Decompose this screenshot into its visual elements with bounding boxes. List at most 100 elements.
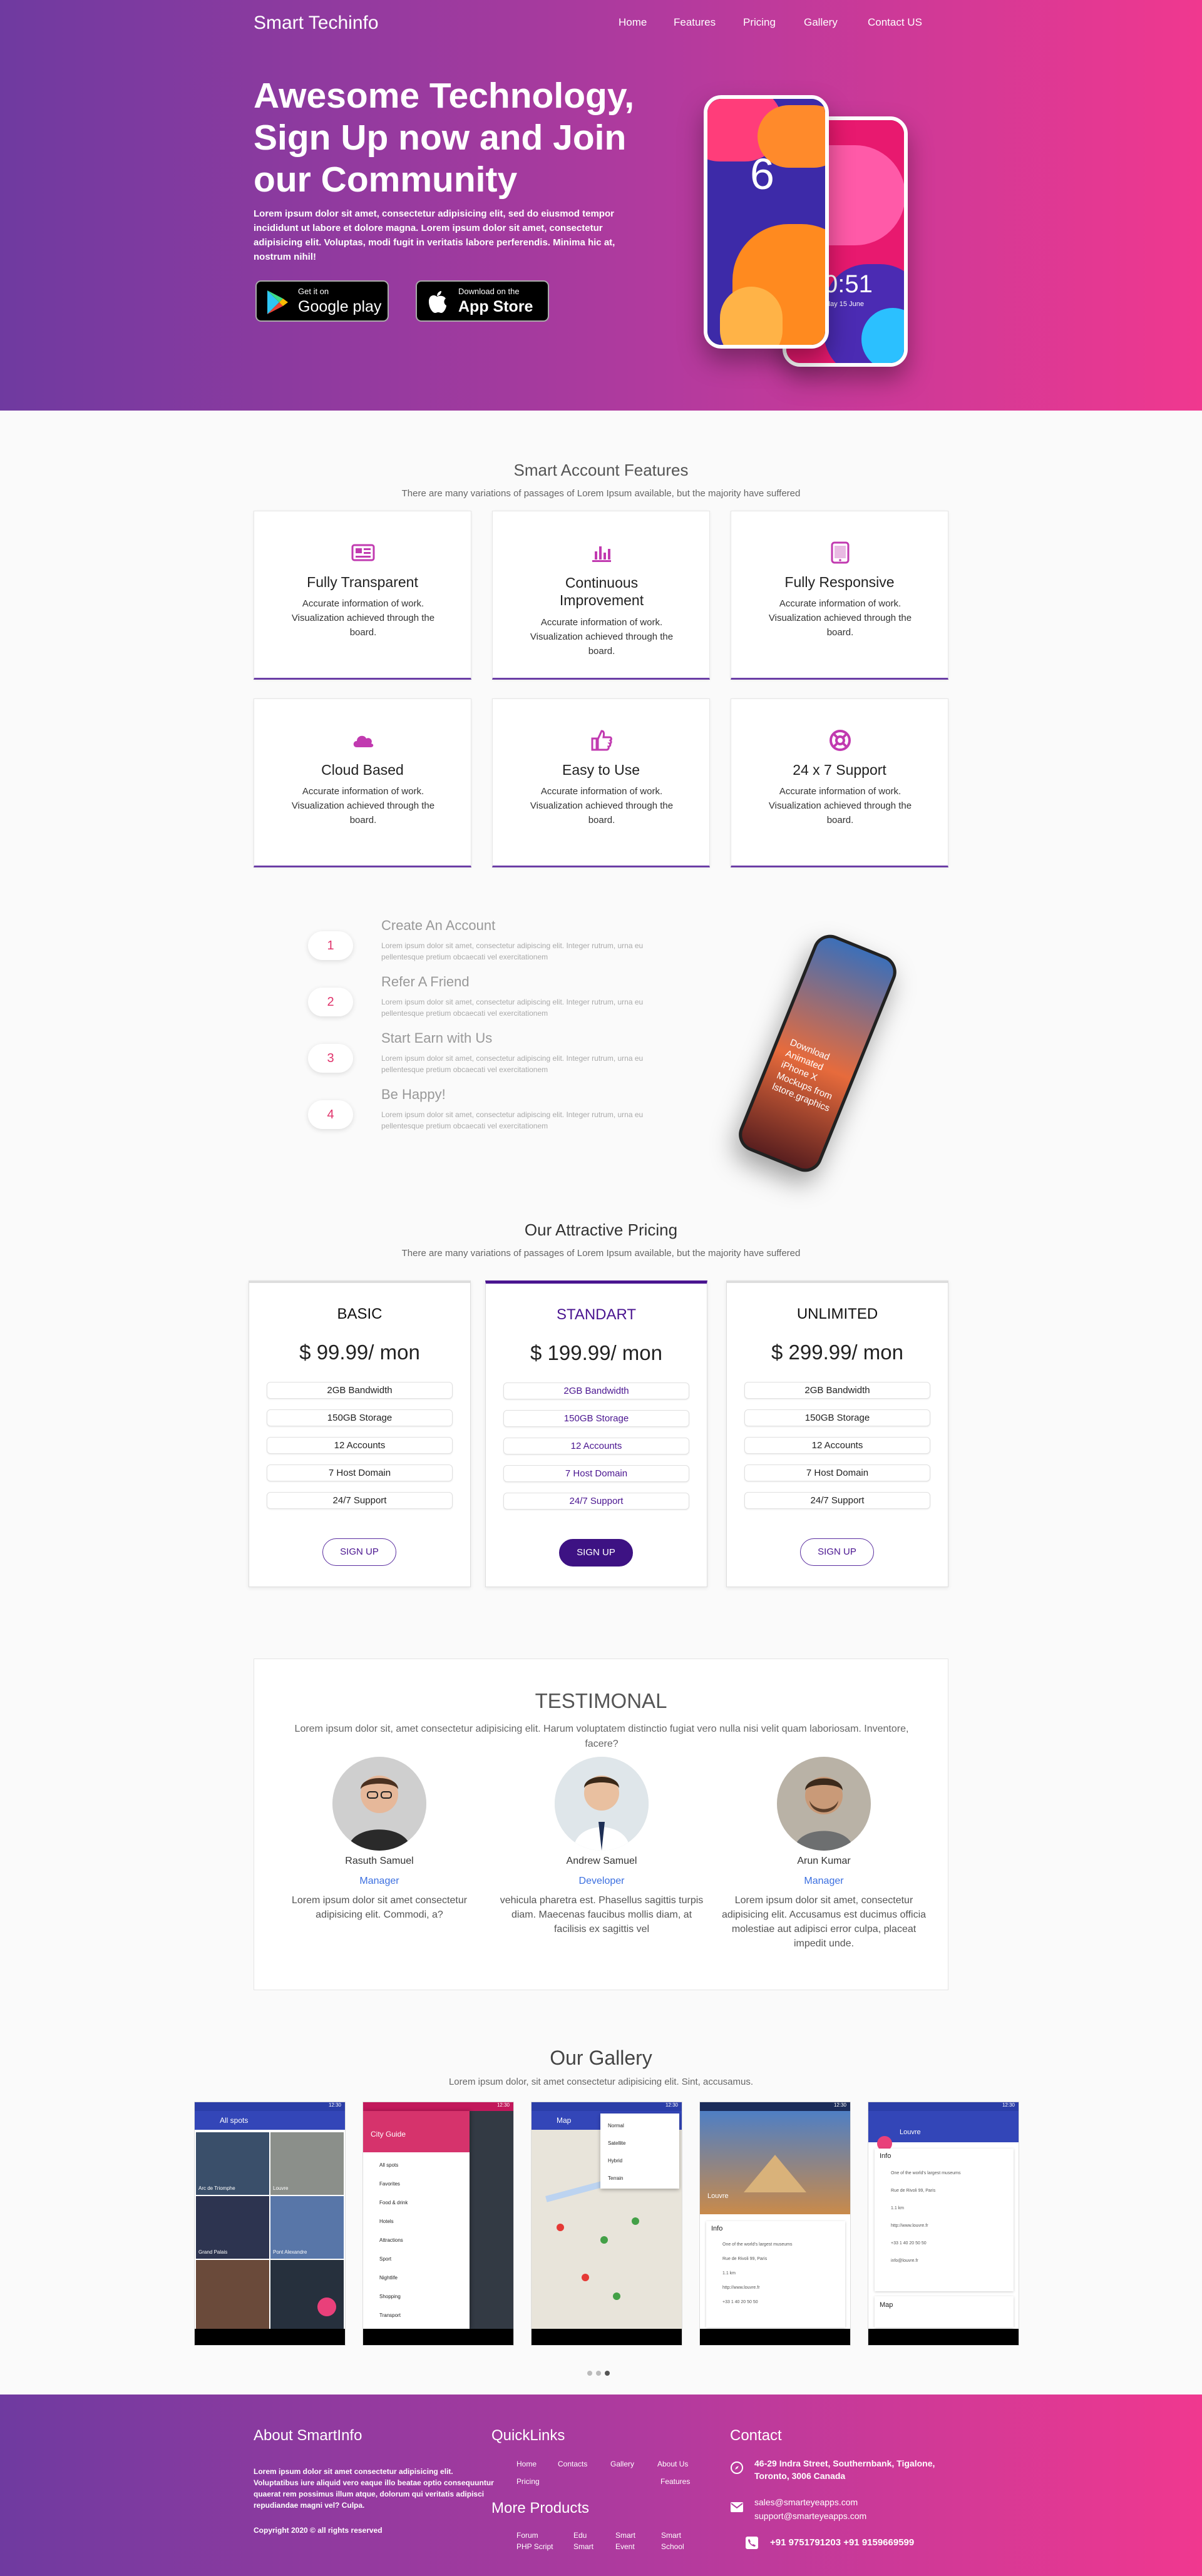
plan-price: $ 199.99/ mon (530, 1341, 662, 1364)
android-nav-bar (363, 2329, 513, 2345)
info-row: +33 1 40 20 50 50 (891, 2241, 927, 2246)
avatar (777, 1757, 871, 1851)
menu-item[interactable]: Hybrid (608, 2152, 679, 2170)
drawer-item: All spots (379, 2162, 399, 2168)
footer-product-link[interactable]: Smart (573, 2542, 593, 2551)
footer-email-support[interactable]: support@smarteyeapps.com (754, 2511, 866, 2521)
person-quote: Lorem ipsum dolor sit amet consectetur a… (291, 1895, 468, 1920)
android-nav-bar (532, 2329, 682, 2345)
map-type-menu[interactable]: Normal Satellite Hybrid Terrain (600, 2113, 679, 2189)
footer-product-link[interactable]: Event (615, 2542, 635, 2551)
footer-product-link[interactable]: Forum (516, 2531, 538, 2540)
status-time: 12:30 (868, 2102, 1019, 2111)
plan-card-standart: STANDART $ 199.99/ mon 2GB Bandwidth 150… (485, 1280, 707, 1587)
nav-home[interactable]: Home (619, 16, 647, 29)
phone-time: 0:51 (824, 270, 873, 298)
google-play-small: Get it on (298, 287, 329, 296)
drawer-header: City Guide (363, 2111, 470, 2152)
testimonial-person: Rasuth Samuel Manager Lorem ipsum dolor … (273, 1757, 486, 1922)
plan-price: $ 99.99/ mon (299, 1341, 420, 1364)
google-play-button[interactable]: Get it on Google play (255, 280, 389, 322)
tile-label: Grand Palais (198, 2249, 228, 2255)
footer-link-gallery[interactable]: Gallery (610, 2460, 634, 2468)
android-nav-bar (700, 2329, 850, 2345)
footer-about-title: About SmartInfo (254, 2427, 362, 2444)
gallery-title: Our Gallery (550, 2047, 652, 2069)
fab-button[interactable] (317, 2297, 336, 2316)
plan-card-unlimited: UNLIMITED $ 299.99/ mon 2GB Bandwidth 15… (726, 1280, 948, 1587)
drawer-item: Favorites (379, 2181, 400, 2187)
brand-logo[interactable]: Smart Techinfo (254, 13, 379, 34)
feature-card: 24 x 7 Support Accurate information of w… (731, 698, 948, 867)
carousel-dot[interactable] (596, 2371, 601, 2376)
feature-title: Fully Transparent (307, 574, 418, 590)
footer-product-link[interactable]: Smart (661, 2531, 681, 2540)
appbar-title: Louvre (868, 2111, 1019, 2142)
google-play-label: Google play (298, 298, 382, 315)
gallery-screenshot[interactable]: 12:30 All spots Arc de Triomphe Louvre G… (194, 2102, 346, 2346)
nav-gallery[interactable]: Gallery (804, 16, 838, 29)
footer-link-pricing[interactable]: Pricing (516, 2477, 540, 2486)
drawer-item: Hotels (379, 2219, 394, 2224)
place-photo: Louvre (700, 2111, 850, 2214)
gallery-screenshot[interactable]: 12:30 City Guide All spots Favorites Foo… (362, 2102, 514, 2346)
footer-quicklinks-title: QuickLinks (491, 2427, 565, 2444)
footer-product-link[interactable]: School (661, 2542, 684, 2551)
info-row: Rue de Rivoli 99, Paris (722, 2257, 768, 2261)
feature-title: Fully Responsive (784, 574, 895, 590)
nav-contact[interactable]: Contact US (868, 16, 922, 29)
person-quote: Lorem ipsum dolor sit amet, consectetur … (721, 1895, 927, 1949)
menu-item[interactable]: Normal (608, 2117, 679, 2135)
phone-mockup-tilted: Download Animated iPhone X Mockups from … (733, 929, 902, 1177)
footer-link-about[interactable]: About Us (657, 2460, 688, 2468)
menu-item[interactable]: Satellite (608, 2135, 679, 2152)
map-card-label: Map (875, 2296, 1014, 2328)
footer-product-link[interactable]: Edu (573, 2531, 587, 2540)
hero-text: Lorem ipsum dolor sit amet, consectetur … (254, 208, 615, 262)
menu-item[interactable]: Terrain (608, 2170, 679, 2187)
app-store-button[interactable]: Download on the App Store (416, 280, 549, 322)
step-text: Lorem ipsum dolor sit amet, consectetur … (381, 941, 644, 961)
plan-feature: 150GB Storage (503, 1410, 689, 1427)
gallery-screenshot[interactable]: 12:30 Louvre Info One of the world's lar… (868, 2102, 1019, 2346)
footer: About SmartInfo Lorem ipsum dolor sit am… (0, 2395, 1202, 2576)
place-title: Louvre (707, 2192, 729, 2200)
tile-label: Louvre (273, 2185, 289, 2191)
status-time: 12:30 (532, 2102, 682, 2111)
gallery-subtitle: Lorem ipsum dolor, sit amet consectetur … (448, 2077, 754, 2087)
nav-pricing[interactable]: Pricing (743, 16, 776, 29)
bar-chart-icon (592, 546, 611, 562)
footer-link-contacts[interactable]: Contacts (558, 2460, 587, 2468)
footer-email-sales[interactable]: sales@smarteyeapps.com (754, 2497, 858, 2507)
footer-product-link[interactable]: PHP Script (516, 2542, 553, 2551)
compass-icon (731, 2461, 743, 2474)
footer-contact-title: Contact (730, 2427, 782, 2444)
pricing-subtitle: There are many variations of passages of… (401, 1248, 801, 1259)
signup-button[interactable]: SIGN UP (322, 1538, 396, 1566)
drawer-item: Nightlife (379, 2275, 398, 2281)
gallery-screenshot[interactable]: 12:30 Louvre Info One of the world's lar… (699, 2102, 851, 2346)
plan-feature: 150GB Storage (744, 1409, 930, 1426)
signup-button[interactable]: SIGN UP (559, 1539, 633, 1567)
tile-label: Arc de Triomphe (198, 2185, 235, 2191)
info-row: +33 1 40 20 50 50 (722, 2300, 758, 2304)
nav-features[interactable]: Features (674, 16, 716, 29)
plan-feature: 24/7 Support (267, 1492, 453, 1509)
feature-card: Fully Responsive Accurate information of… (731, 511, 948, 680)
avatar (555, 1757, 649, 1851)
plan-feature: 24/7 Support (503, 1493, 689, 1510)
plan-feature: 12 Accounts (503, 1438, 689, 1454)
testimonial-subtitle: Lorem ipsum dolor sit, amet consectetur … (294, 1724, 909, 1749)
gallery-screenshot[interactable]: 12:30 Map Normal Satellite Hybrid Terrai… (531, 2102, 682, 2346)
person-role: Manager (359, 1876, 399, 1886)
footer-link-home[interactable]: Home (516, 2460, 537, 2468)
hero-section: Smart Techinfo Home Features Pricing Gal… (0, 0, 1202, 411)
carousel-dot-active[interactable] (605, 2371, 610, 2376)
footer-product-link[interactable]: Smart (615, 2531, 635, 2540)
features-title: Smart Account Features (513, 461, 689, 479)
hero-title: Awesome Technology, Sign Up now and Join… (254, 76, 635, 200)
pricing-title: Our Attractive Pricing (524, 1220, 678, 1239)
footer-link-features[interactable]: Features (660, 2477, 690, 2486)
carousel-dot[interactable] (587, 2371, 592, 2376)
signup-button[interactable]: SIGN UP (800, 1538, 874, 1566)
